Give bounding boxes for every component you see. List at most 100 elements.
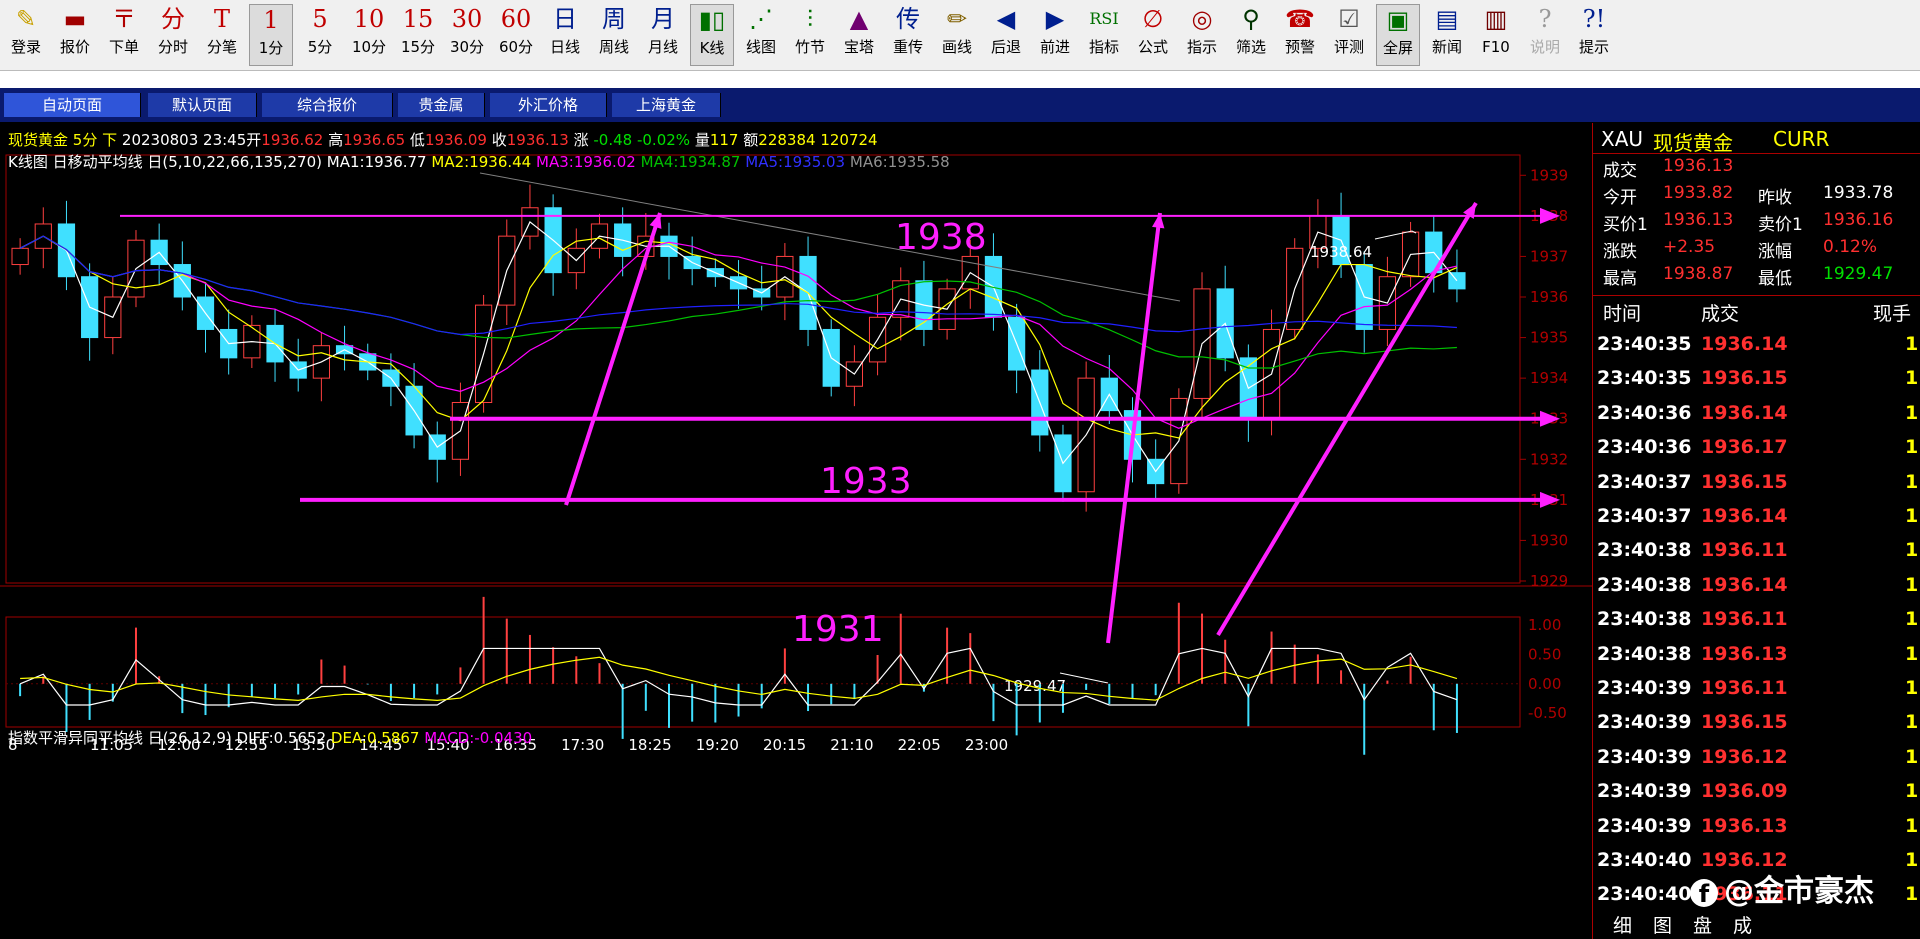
toolbar-m60-button[interactable]: 60 60分 [494,4,538,66]
tick-time: 23:40:37 [1597,470,1692,493]
toolbar-order-button[interactable]: 〒下单 [102,4,146,66]
f10-icon: ▥ [1484,5,1508,33]
line-chart-icon: ⋰ [749,5,773,33]
toolbar-bamboo-button[interactable]: ⫶ 竹节 [788,4,832,66]
tick-time: 23:40:38 [1597,539,1692,562]
toolbar-indicator-button[interactable]: RSI 指标 [1082,4,1126,66]
toolbar-login-button[interactable]: ✎ 登录 [4,4,48,66]
toolbar-tips-button[interactable]: ?! 提示 [1572,4,1616,66]
tick-row: 23:40:39 1936.15 1 [1593,705,1920,739]
panel-tab-1[interactable]: 图 [1653,911,1672,938]
draw-line-icon: ✏ [946,5,968,33]
tick-volume: 1 [1905,608,1919,631]
toolbar-month-button[interactable]: 月月线 [641,4,685,66]
ma6-value: MA6:1935.58 [849,153,950,171]
toolbar-m30-button[interactable]: 30 30分 [445,4,489,66]
panel-name: 现货黄金 [1653,131,1733,155]
toolbar-review-button[interactable]: ☑ 评测 [1327,4,1371,66]
ma5-value: MA5:1935.03 [745,153,846,171]
panel-tab-3[interactable]: 成 [1733,911,1752,938]
panel-tab-2[interactable]: 盘 [1693,911,1712,938]
panel-title: XAU 现货黄金 CURR [1593,123,1920,155]
toolbar-formula-button[interactable]: ∅ 公式 [1131,4,1175,66]
rsi-icon: RSI [1089,9,1119,28]
toolbar-retrans-label: 重传 [892,38,923,56]
tick-volume: 1 [1905,883,1919,906]
toolbar-tower-button[interactable]: ▲ 宝塔 [837,4,881,66]
toolbar-help-label: 说明 [1529,38,1560,56]
tab-1[interactable]: 默认页面 [148,93,257,117]
tab-5[interactable]: 上海黄金 [612,93,721,117]
toolbar-week-button[interactable]: 周周线 [592,4,636,66]
tab-0[interactable]: 自动页面 [4,93,141,117]
kline-chart-svg[interactable]: 1939 1938 1937 1936 1935 1934 1933 1932 1931 1930… [0,123,1592,939]
label-1933: 1933 [820,461,912,502]
toolbar-f10-button[interactable]: ▥ F10 [1474,4,1518,66]
toolbar-quote-button[interactable]: ▬ 报价 [53,4,97,66]
tick-volume: 1 [1905,745,1919,768]
toolbar-day-button[interactable]: 日日线 [543,4,587,66]
panel-tab-0[interactable]: 细 [1613,911,1632,938]
tick-volume: 1 [1905,436,1919,459]
quote-key: 最高 [1603,269,1637,289]
candlestick-icon: ▮▯ [698,6,726,34]
tick-icon: T [213,5,230,33]
period-5m-icon: 5 [312,5,328,33]
tick-price: 1936.11 [1701,608,1788,631]
low-value: 1936.09 [424,131,487,149]
tab-2[interactable]: 综合报价 [262,93,393,117]
quote-value: 1936.16 [1823,210,1894,230]
toolbar-m1-button[interactable]: 1 1分 [249,4,293,66]
pencil-icon: ✎ [15,5,37,33]
order-icon: 〒 [112,5,136,33]
tab-4[interactable]: 外汇价格 [490,93,607,117]
quote-key: 涨跌 [1603,242,1637,262]
tick-time: 23:40:38 [1597,642,1692,665]
price-axis-label: 1935 [1530,329,1568,347]
toolbar-signal-button[interactable]: ◎ 指示 [1180,4,1224,66]
header-dir: 下 [102,131,118,149]
binoculars-icon: ⚲ [1242,5,1260,33]
tick-row: 23:40:38 1936.11 1 [1593,533,1920,567]
tab-3[interactable]: 贵金属 [398,93,485,117]
toolbar-m15-button[interactable]: 15 15分 [396,4,440,66]
panel-type: CURR [1773,127,1830,151]
toolbar-alert-label: 预警 [1284,38,1315,56]
quote-key: 成交 [1603,161,1637,181]
toolbar-forward-button[interactable]: ▶ 前进 [1033,4,1077,66]
toolbar-m10-label: 10分 [351,38,387,56]
formula-icon: ∅ [1142,5,1164,33]
quote-value: +2.35 [1663,237,1716,257]
toolbar-screen-label: 筛选 [1235,38,1266,56]
toolbar-m5-button[interactable]: 5 5分 [298,4,342,66]
tick-time: 23:40:37 [1597,505,1692,527]
toolbar-m10-button[interactable]: 10 10分 [347,4,391,66]
toolbar-draw-button[interactable]: ✏ 画线 [935,4,979,66]
toolbar-kline-button[interactable]: ▮▯ K线 [690,4,734,66]
tick-price: 1936.14 [1701,505,1788,527]
toolbar-retrans-button[interactable]: 传重传 [886,4,930,66]
kline-chart-area[interactable]: 1939 1938 1937 1936 1935 1934 1933 1932 1931 1930… [0,123,1592,939]
low-marker-pointer [1059,672,1109,684]
tick-row: 23:40:36 1936.14 1 [1593,396,1920,430]
tick-price: 1936.14 [1701,573,1788,596]
toolbar-alert-button[interactable]: ☎ 预警 [1278,4,1322,66]
toolbar-news-button[interactable]: ▤ 新闻 [1425,4,1469,66]
toolbar-help-button[interactable]: ? 说明 [1523,4,1567,66]
ma1-value: MA1:1936.77 [326,153,427,171]
toolbar-lineplot-button[interactable]: ⋰ 线图 [739,4,783,66]
tick-volume: 1 [1905,814,1919,837]
price-axis-label: 1930 [1530,531,1568,549]
toolbar-back-button[interactable]: ◀ 后退 [984,4,1028,66]
toolbar-screen-button[interactable]: ⚲ 筛选 [1229,4,1273,66]
tick-volume: 1 [1905,539,1919,562]
tick-row: 23:40:38 1936.11 1 [1593,602,1920,636]
amt-value: 228384 [758,131,816,149]
toolbar-fullscreen-button[interactable]: ▣ 全屏 [1376,4,1420,66]
toolbar-timeshare-button[interactable]: 分分时 [151,4,195,66]
time-axis-label: 20:15 [763,736,806,754]
toolbar-ticks-button[interactable]: T 分笔 [200,4,244,66]
fullscreen-icon: ▣ [1386,6,1410,34]
toolbar-m15-label: 15分 [400,38,436,56]
ma3-value: MA3:1936.02 [536,153,636,171]
